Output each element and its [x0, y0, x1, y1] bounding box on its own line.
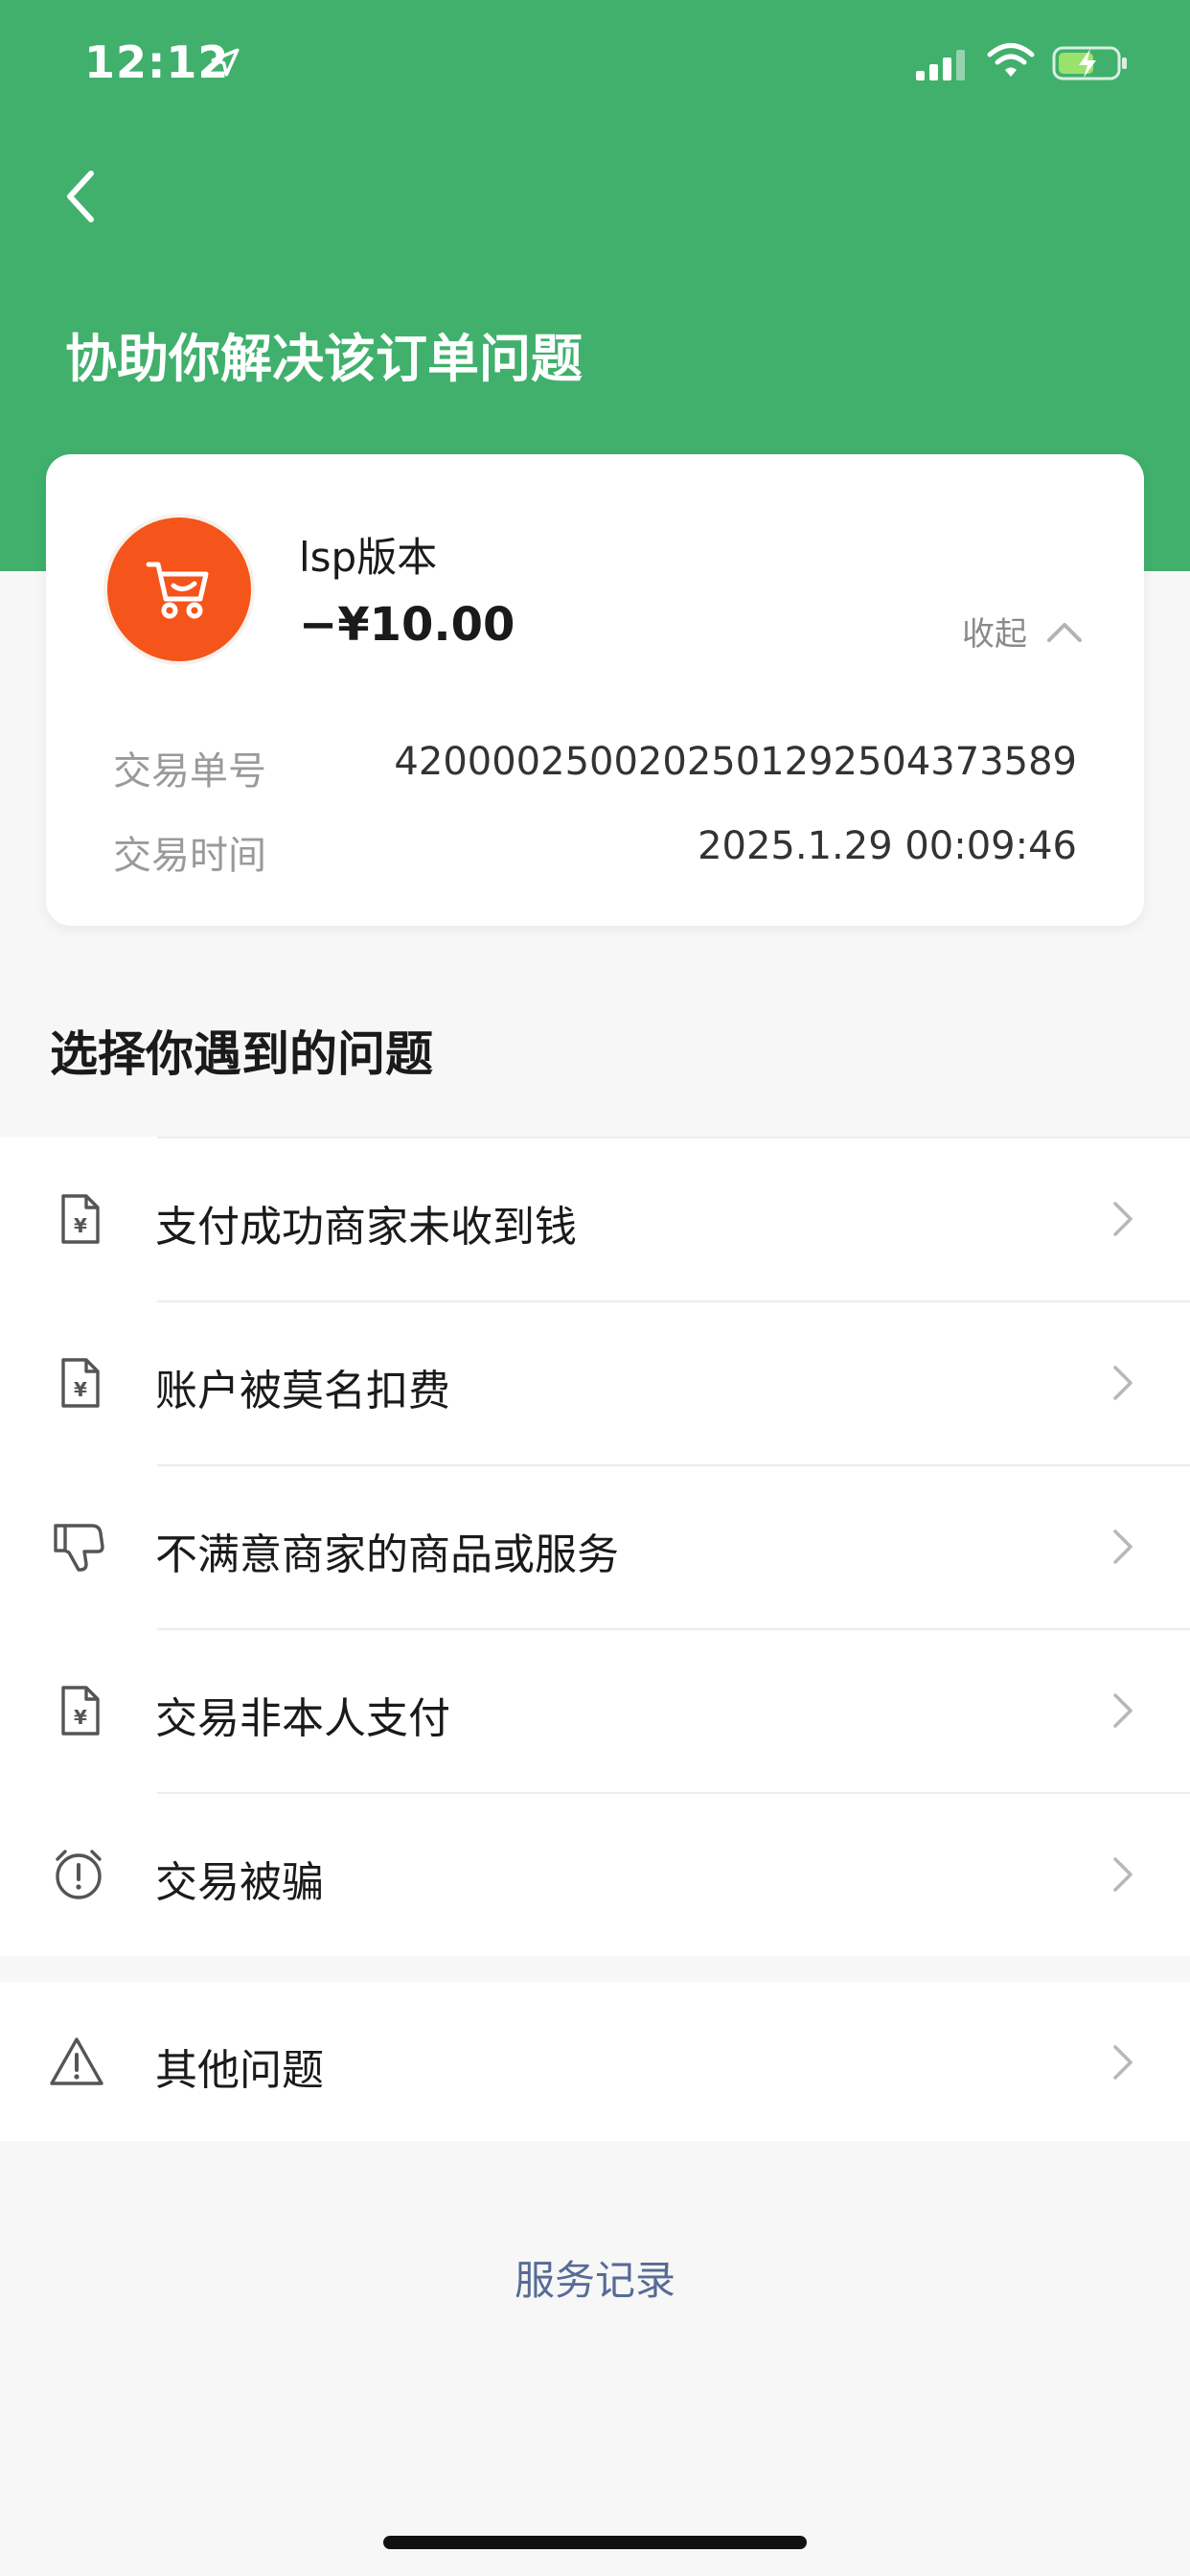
- issue-label: 不满意商家的商品或服务: [155, 1530, 619, 1579]
- collapse-label: 收起: [962, 615, 1027, 654]
- transaction-amount: −¥10.00: [299, 598, 515, 652]
- issue-label: 账户被莫名扣费: [155, 1367, 450, 1415]
- issue-label: 支付成功商家未收到钱: [155, 1203, 577, 1252]
- status-time: 12:12: [84, 36, 230, 88]
- chevron-right-icon: [1113, 2045, 1133, 2080]
- issue-item-other[interactable]: 其他问题: [0, 1982, 1190, 2141]
- home-indicator[interactable]: [383, 2536, 807, 2549]
- svg-text:¥: ¥: [74, 1378, 87, 1401]
- section-title: 选择你遇到的问题: [50, 1026, 433, 1082]
- divider: [157, 1628, 1190, 1630]
- shopping-cart-icon: [146, 562, 209, 619]
- issue-list: ¥ 支付成功商家未收到钱 ¥ 账户被莫名扣费 不满意商家的商品或服务 ¥ 交易非…: [0, 1137, 1190, 1956]
- location-arrow-icon: [211, 48, 240, 77]
- issue-label: 交易被骗: [155, 1858, 324, 1907]
- order-card: lsp版本 −¥10.00 收起 交易单号 420000250020250129…: [46, 454, 1144, 926]
- status-bar: 12:12: [0, 0, 1190, 128]
- chevron-right-icon: [1113, 1202, 1133, 1236]
- collapse-button[interactable]: 收起: [962, 608, 1083, 655]
- receipt-yuan-icon: ¥: [61, 1358, 100, 1408]
- issue-item-unexplained-charge[interactable]: ¥ 账户被莫名扣费: [0, 1300, 1190, 1464]
- transaction-time-value: 2025.1.29 00:09:46: [698, 824, 1077, 868]
- warning-triangle-icon: [50, 2037, 103, 2085]
- svg-text:¥: ¥: [74, 1706, 87, 1729]
- back-button[interactable]: [38, 153, 125, 240]
- merchant-logo: [103, 514, 255, 665]
- transaction-id-label: 交易单号: [113, 749, 266, 794]
- chevron-right-icon: [1113, 1693, 1133, 1728]
- receipt-yuan-icon: ¥: [61, 1686, 100, 1736]
- issue-item-scammed[interactable]: 交易被骗: [0, 1792, 1190, 1956]
- divider: [157, 1464, 1190, 1466]
- page-title: 协助你解决该订单问题: [65, 329, 583, 389]
- chevron-up-icon: [1047, 622, 1082, 642]
- issue-item-unsatisfied-service[interactable]: 不满意商家的商品或服务: [0, 1464, 1190, 1628]
- thumbs-down-icon: [54, 1524, 104, 1572]
- merchant-name: lsp版本: [299, 534, 438, 581]
- chevron-right-icon: [1113, 1530, 1133, 1564]
- alarm-alert-icon: [56, 1850, 102, 1899]
- divider: [157, 1137, 1190, 1138]
- chevron-right-icon: [1113, 1857, 1133, 1892]
- svg-text:¥: ¥: [74, 1214, 87, 1237]
- issue-item-merchant-not-received[interactable]: ¥ 支付成功商家未收到钱: [0, 1137, 1190, 1300]
- service-record-link[interactable]: 服务记录: [0, 2248, 1190, 2307]
- receipt-yuan-icon: ¥: [61, 1194, 100, 1244]
- chevron-left-icon: [67, 171, 94, 222]
- transaction-id-value: 4200002500202501292504373589: [394, 740, 1077, 784]
- battery-charging-icon: [1052, 46, 1127, 80]
- cellular-signal-icon: [916, 50, 965, 80]
- transaction-time-label: 交易时间: [113, 834, 266, 878]
- wifi-icon: [987, 43, 1035, 77]
- issue-label: 交易非本人支付: [155, 1694, 450, 1743]
- divider: [157, 1792, 1190, 1794]
- issue-label: 其他问题: [155, 2046, 324, 2095]
- divider: [157, 1300, 1190, 1302]
- chevron-right-icon: [1113, 1366, 1133, 1400]
- issue-item-not-paid-by-me[interactable]: ¥ 交易非本人支付: [0, 1628, 1190, 1792]
